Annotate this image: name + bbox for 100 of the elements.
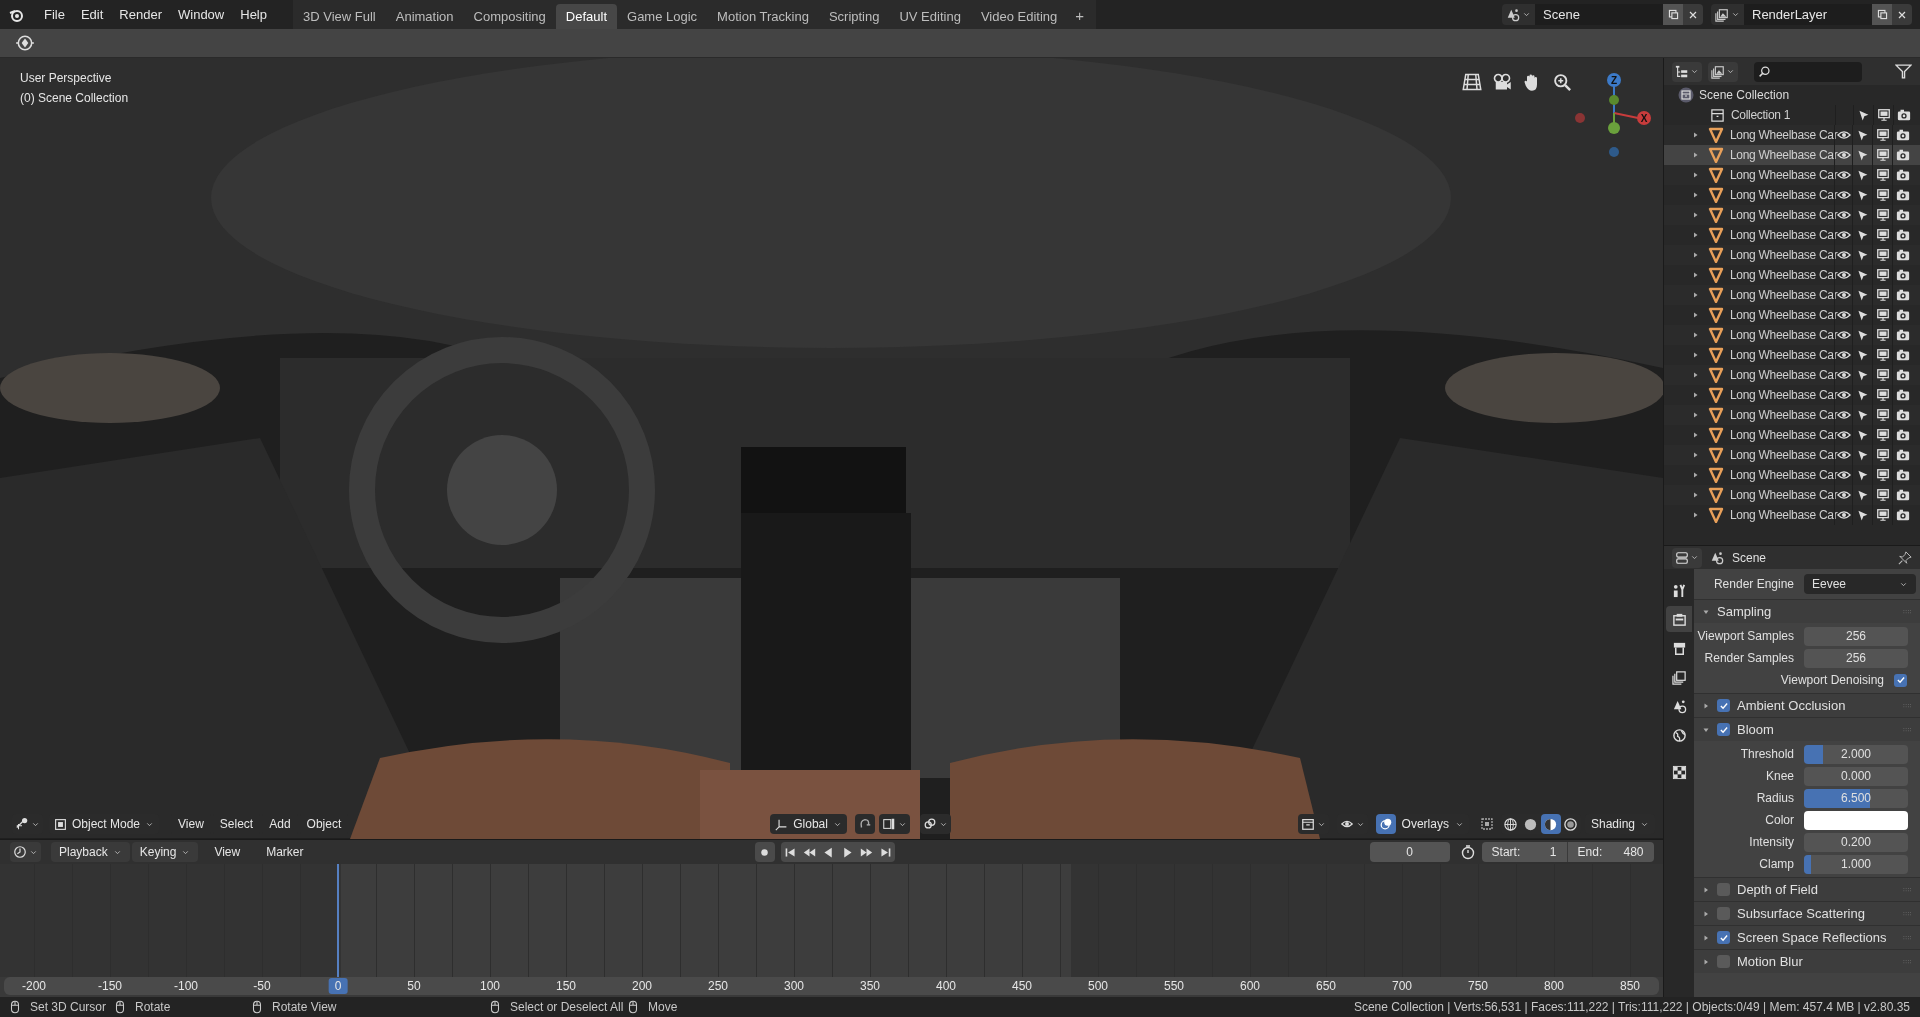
select-arrow-icon[interactable] xyxy=(1856,248,1869,262)
grid-icon[interactable] xyxy=(1462,72,1482,92)
camera-icon[interactable] xyxy=(1895,448,1910,462)
checkbox[interactable] xyxy=(1717,931,1730,944)
workspace-tab[interactable]: Motion Tracking xyxy=(707,4,819,29)
menu-item[interactable]: Render xyxy=(111,4,170,25)
chevron-icon[interactable] xyxy=(1690,67,1699,76)
monitor-icon[interactable] xyxy=(1875,288,1890,302)
tree-item-label[interactable]: Scene Collection xyxy=(1699,86,1790,104)
eye-icon[interactable] xyxy=(1836,348,1851,362)
eye-icon[interactable] xyxy=(1836,388,1851,402)
select-arrow-icon[interactable] xyxy=(1856,368,1869,382)
panel-header[interactable]: Ambient Occlusion xyxy=(1694,693,1920,717)
monitor-icon[interactable] xyxy=(1875,488,1890,502)
camera-icon[interactable] xyxy=(1895,508,1910,522)
filter-icon[interactable] xyxy=(1895,63,1912,80)
camera-icon[interactable] xyxy=(1895,308,1910,322)
select-arrow-icon[interactable] xyxy=(1856,228,1869,242)
panel-header[interactable]: Subsurface Scattering xyxy=(1694,901,1920,925)
menu-item[interactable]: View xyxy=(204,843,251,861)
scene-collection-icon[interactable] xyxy=(1678,87,1694,103)
end-frame-field[interactable]: End: 480 xyxy=(1567,842,1654,862)
add-workspace-button[interactable]: + xyxy=(1067,4,1092,29)
camera-icon[interactable] xyxy=(1895,188,1910,202)
camera-icon[interactable] xyxy=(1895,128,1910,142)
expand-arrow-icon[interactable] xyxy=(1692,371,1700,379)
panel-header[interactable]: Motion Blur xyxy=(1694,949,1920,973)
checkbox[interactable] xyxy=(1894,673,1907,687)
eye-icon[interactable] xyxy=(1836,468,1851,482)
menu-dropdown[interactable]: Playback xyxy=(51,842,130,862)
workspace-tab[interactable]: Video Editing xyxy=(970,4,1068,29)
select-arrow-icon[interactable] xyxy=(1856,448,1869,462)
checkbox[interactable] xyxy=(1717,723,1730,736)
monitor-icon[interactable] xyxy=(1875,228,1890,242)
select-arrow-icon[interactable] xyxy=(1856,168,1869,182)
expand-arrow-icon[interactable] xyxy=(1692,351,1700,359)
selector-button[interactable] xyxy=(1711,4,1744,25)
tree-item-label[interactable]: Long Wheelbase Car xyxy=(1730,288,1838,302)
unlink-button[interactable] xyxy=(1683,4,1703,25)
eye-icon[interactable] xyxy=(1836,428,1851,442)
tree-item-label[interactable]: Long Wheelbase Car xyxy=(1730,448,1838,462)
eye-icon[interactable] xyxy=(1836,228,1851,242)
monitor-icon[interactable] xyxy=(1875,208,1890,222)
monitor-icon[interactable] xyxy=(1875,148,1890,162)
editor-type-button[interactable] xyxy=(10,842,41,862)
camera-icon[interactable] xyxy=(1895,488,1910,502)
monitor-icon[interactable] xyxy=(1875,368,1890,382)
tree-item-label[interactable]: Long Wheelbase Car xyxy=(1730,208,1838,222)
select-arrow-icon[interactable] xyxy=(1856,308,1869,322)
tree-item-label[interactable]: Long Wheelbase Car xyxy=(1730,388,1838,402)
tree-item-label[interactable]: Long Wheelbase Car xyxy=(1730,508,1838,522)
expand-arrow-icon[interactable] xyxy=(1692,191,1700,199)
monitor-icon[interactable] xyxy=(1875,428,1890,442)
camera-icon[interactable] xyxy=(1895,408,1910,422)
monitor-icon[interactable] xyxy=(1875,388,1890,402)
camera-icon[interactable] xyxy=(1895,328,1910,342)
expand-arrow-icon[interactable] xyxy=(1692,311,1700,319)
camera-icon[interactable] xyxy=(1895,168,1910,182)
monitor-icon[interactable] xyxy=(1875,188,1890,202)
number-field[interactable]: 0.200 xyxy=(1804,832,1908,852)
expand-arrow-icon[interactable] xyxy=(1692,491,1700,499)
start-frame-field[interactable]: Start: 1 xyxy=(1481,842,1568,862)
select-arrow-icon[interactable] xyxy=(1856,388,1869,402)
orientation-dropdown[interactable]: Global xyxy=(770,814,847,834)
eye-icon[interactable] xyxy=(1836,308,1851,322)
expand-arrow-icon[interactable] xyxy=(1692,251,1700,259)
eye-icon[interactable] xyxy=(1836,408,1851,422)
select-arrow-icon[interactable] xyxy=(1856,508,1869,522)
menu-item[interactable]: File xyxy=(36,4,73,25)
axis-handle[interactable] xyxy=(1609,95,1619,105)
checkbox[interactable] xyxy=(1717,955,1730,968)
axis-handle[interactable] xyxy=(1609,147,1619,157)
select-arrow-icon[interactable] xyxy=(1856,408,1869,422)
slider-field[interactable]: 2.000 xyxy=(1804,744,1908,764)
proportional-dropdown[interactable] xyxy=(919,814,951,834)
camera-icon[interactable] xyxy=(1895,208,1910,222)
current-frame-field[interactable]: 0 xyxy=(1369,842,1450,862)
workspace-tab[interactable]: 3D View Full xyxy=(293,4,386,29)
expand-arrow-icon[interactable] xyxy=(1692,171,1700,179)
tree-item-label[interactable]: Collection 1 xyxy=(1731,108,1791,122)
eye-icon[interactable] xyxy=(1836,268,1851,282)
checkbox[interactable] xyxy=(1717,699,1730,712)
tree-item-label[interactable]: Long Wheelbase Car xyxy=(1730,328,1838,342)
tree-item-label[interactable]: Long Wheelbase Car xyxy=(1730,468,1838,482)
eye-icon[interactable] xyxy=(1836,148,1851,162)
tree-item-label[interactable]: Long Wheelbase Car xyxy=(1730,268,1838,282)
collapsed-arrow-icon[interactable] xyxy=(1702,701,1710,710)
select-arrow-icon[interactable] xyxy=(1856,328,1869,342)
search-field[interactable] xyxy=(1754,61,1862,82)
panel-header[interactable]: Depth of Field xyxy=(1694,877,1920,901)
chevron-icon[interactable] xyxy=(1522,10,1531,19)
transform-tool-icon[interactable] xyxy=(15,33,35,53)
workspace-tab[interactable]: Game Logic xyxy=(617,4,708,29)
eye-icon[interactable] xyxy=(1836,328,1851,342)
collapsed-arrow-icon[interactable] xyxy=(1702,885,1710,894)
monitor-icon[interactable] xyxy=(1875,268,1890,282)
select-arrow-icon[interactable] xyxy=(1856,488,1869,502)
menu-item[interactable]: Window xyxy=(170,4,233,25)
editor-type-button[interactable] xyxy=(1672,547,1702,568)
select-arrow-icon[interactable] xyxy=(1856,348,1869,362)
